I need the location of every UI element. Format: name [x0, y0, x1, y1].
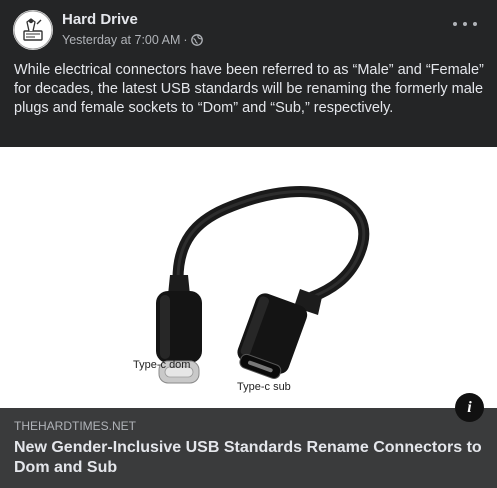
more-options-icon[interactable] [453, 16, 477, 32]
facebook-post: Hard Drive Yesterday at 7:00 AM · While … [0, 0, 497, 488]
link-title[interactable]: New Gender-Inclusive USB Standards Renam… [14, 438, 484, 478]
page-name[interactable]: Hard Drive [62, 11, 138, 28]
label-type-c-sub: Type-c sub [237, 381, 291, 393]
usb-cable-illustration [156, 185, 370, 384]
avatar[interactable] [13, 10, 53, 50]
link-domain: THEHARDTIMES.NET [14, 419, 137, 433]
link-preview[interactable]: THEHARDTIMES.NET New Gender-Inclusive US… [0, 408, 497, 488]
info-icon[interactable]: i [455, 393, 484, 422]
meta-separator: · [183, 33, 188, 47]
label-type-c-dom: Type-c dom [133, 359, 191, 371]
post-image[interactable]: Type-c dom Type-c sub [0, 147, 497, 408]
post-text: While electrical connectors have been re… [14, 62, 484, 116]
globe-icon [190, 34, 203, 46]
post-meta: Yesterday at 7:00 AM · [62, 33, 203, 47]
post-header: Hard Drive Yesterday at 7:00 AM · [0, 0, 497, 58]
post-timestamp[interactable]: Yesterday at 7:00 AM [62, 33, 180, 47]
